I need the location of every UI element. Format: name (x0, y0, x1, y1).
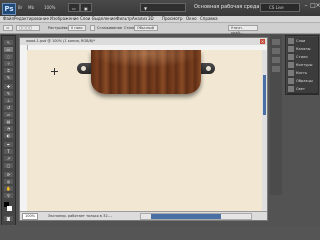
3d-rotate-tool-icon[interactable]: ⟳ (4, 172, 13, 177)
refine-edge-button[interactable]: Уточн. край... (228, 25, 258, 35)
history-panel-icon[interactable] (272, 39, 280, 45)
styles-icon (288, 54, 294, 60)
horizontal-scrollbar[interactable] (140, 213, 252, 220)
document-zoom-field[interactable]: 100% (22, 213, 39, 220)
menu-help[interactable]: Справка (200, 16, 218, 22)
vertical-scrollbar[interactable] (262, 50, 267, 212)
panel-label: Контуры (296, 63, 313, 67)
photoshop-logo-icon: Ps (2, 3, 16, 15)
menu-select[interactable]: Выделение (92, 16, 116, 22)
document-status-text[interactable]: Экспонир. работает только в 32-... (48, 213, 112, 219)
panel-label: Свет (296, 87, 305, 91)
menu-bar: Файл Редактирование Изображение Слои Выд… (0, 16, 320, 23)
shape-tool-icon[interactable]: ▢ (4, 163, 13, 168)
crop-tool-icon[interactable]: ⌗ (4, 68, 13, 73)
menu-image[interactable]: Изображение (50, 16, 79, 22)
swatches-icon (288, 78, 294, 84)
history-brush-tool-icon[interactable]: ↺ (4, 105, 13, 110)
menu-filter[interactable]: Фильтр (116, 16, 132, 22)
style-select[interactable]: Обычный (134, 25, 158, 31)
menu-edit[interactable]: Редактирование (14, 16, 49, 22)
menu-3d[interactable]: 3D (148, 16, 154, 22)
layers-icon (288, 38, 294, 44)
workspace-label[interactable]: Основная рабочая среда (194, 3, 259, 12)
document-status-bar: 100% Экспонир. работает только в 32-... (20, 211, 267, 220)
screen-mode-button[interactable]: ▣ (80, 3, 92, 12)
canvas[interactable] (27, 50, 262, 212)
healing-brush-tool-icon[interactable]: ✚ (4, 84, 13, 89)
panel-label: Каналы (296, 47, 311, 51)
crosshair-cursor-icon (51, 68, 58, 75)
zoom-level[interactable]: 100% (44, 5, 55, 11)
lasso-tool-icon[interactable]: ◌ (4, 54, 13, 59)
panel-icon-strip (270, 35, 282, 195)
character-panel-icon[interactable] (272, 57, 280, 63)
pen-tool-icon[interactable]: ✒ (4, 142, 13, 147)
dodge-tool-icon[interactable]: ◐ (4, 133, 13, 138)
channels-icon (288, 46, 294, 52)
menu-layers[interactable]: Слои (80, 16, 90, 22)
quick-select-tool-icon[interactable]: ✧ (4, 61, 13, 66)
clone-stamp-tool-icon[interactable]: ⊥ (4, 98, 13, 103)
brush-tool-icon[interactable]: ✎ (4, 91, 13, 96)
eyedropper-tool-icon[interactable]: ✎ (4, 75, 13, 80)
menu-analysis[interactable]: Анализ (132, 16, 147, 22)
right-hole-shape (206, 66, 211, 71)
gradient-tool-icon[interactable]: ▤ (4, 119, 13, 124)
eraser-tool-icon[interactable]: ▱ (4, 112, 13, 117)
antialias-label: Сглаживание (97, 26, 123, 30)
menu-view[interactable]: Просмотр (162, 16, 183, 22)
tools-panel: ↖ ▭ ◌ ✧ ⌗ ✎ ✚ ✎ ⊥ ↺ ▱ ▤ ◔ ◐ ✒ T ↗ ▢ ⟳ ◎ … (1, 35, 16, 227)
blur-tool-icon[interactable]: ◔ (4, 126, 13, 131)
app-title-bar: Ps Br Mb 100% ▭ ▣ ▼ Основная рабочая сре… (0, 0, 320, 16)
vertical-scroll-thumb[interactable] (263, 75, 266, 115)
lights-icon (288, 86, 294, 92)
actions-panel-icon[interactable] (272, 48, 280, 54)
marquee-tool-icon[interactable]: ▭ (4, 47, 13, 52)
left-hole-shape (81, 66, 86, 71)
type-tool-icon[interactable]: T (4, 149, 13, 154)
paragraph-panel-icon[interactable] (272, 66, 280, 72)
workspace-selector[interactable]: ▼ (140, 3, 186, 12)
paths-icon (288, 62, 294, 68)
zoom-tool-icon[interactable]: ⚲ (4, 193, 13, 198)
panel-label: Слои (296, 39, 306, 43)
antialias-checkbox[interactable] (90, 25, 95, 31)
quick-mask-icon[interactable]: ◙ (4, 216, 13, 221)
menu-window[interactable]: Окно (186, 16, 197, 22)
move-tool-icon[interactable]: ↖ (4, 40, 13, 45)
options-bar: ▭ ▢▢▢▢ Растушёвка: 0 пикс Сглаживание Ст… (0, 23, 320, 35)
close-icon[interactable]: × (315, 3, 320, 9)
panel-label: Стили (296, 55, 308, 59)
cs-live-search[interactable]: CS Live (260, 3, 300, 12)
path-selection-tool-icon[interactable]: ↗ (4, 156, 13, 161)
document-window: wood-1.psd @ 100% (1 копия, RGB/8)* × 10… (19, 37, 268, 221)
wood-plank-highlight (91, 50, 201, 68)
mb-button[interactable]: Mb (28, 5, 34, 11)
marquee-tool-preset[interactable]: ▭ (3, 25, 13, 31)
arrange-documents-button[interactable]: ▭ (68, 3, 80, 12)
panel-item-lights[interactable]: Свет (287, 85, 318, 94)
horizontal-scroll-thumb[interactable] (151, 214, 221, 219)
document-title: wood-1.psd @ 100% (1 копия, RGB/8)* (26, 39, 96, 43)
menu-file[interactable]: Файл (3, 16, 14, 22)
feather-input[interactable]: 0 пикс (68, 25, 86, 31)
3d-orbit-tool-icon[interactable]: ◎ (4, 179, 13, 184)
background-color-swatch[interactable] (7, 206, 12, 211)
panel-label: Кисть (296, 71, 308, 75)
panels-dock: Слои Каналы Стили Контуры Кисть Образцы … (285, 35, 319, 95)
document-close-icon[interactable]: × (260, 39, 265, 44)
hand-tool-icon[interactable]: ✋ (4, 186, 13, 191)
minimize-icon[interactable]: – (303, 3, 309, 9)
workspace-bottom-area (0, 225, 320, 240)
panel-label: Образцы (296, 79, 313, 83)
selection-mode-buttons[interactable]: ▢▢▢▢ (16, 25, 40, 31)
brush-icon (288, 70, 294, 76)
br-button[interactable]: Br (18, 5, 22, 11)
